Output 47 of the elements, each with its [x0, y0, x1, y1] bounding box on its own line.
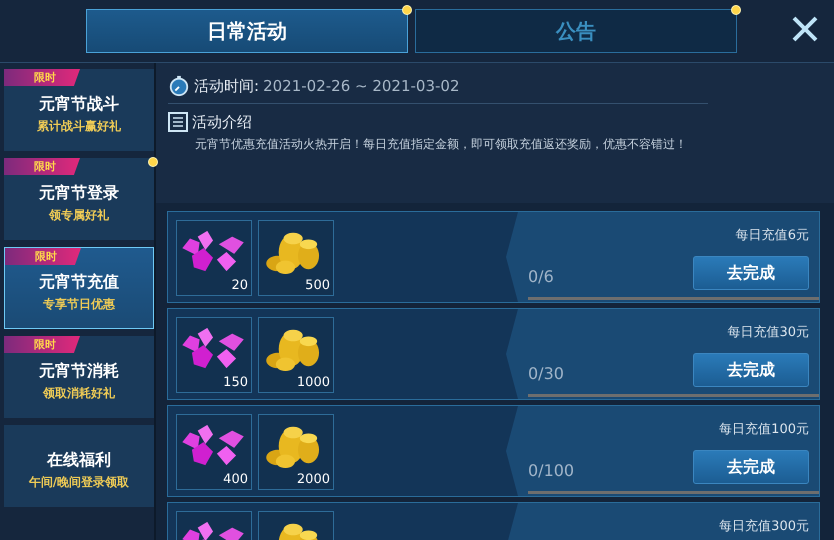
time-value: 2021-02-26 ~ 2021-03-02 [263, 77, 460, 95]
reward-slot[interactable]: 150 [176, 317, 252, 393]
reward-amount: 150 [223, 375, 248, 390]
item-subtitle: 领专属好礼 [49, 206, 109, 224]
limited-tag: 限时 [4, 69, 80, 86]
reward-slot[interactable]: 500 [258, 220, 334, 296]
progress-count: 0/6 [528, 267, 554, 286]
limited-tag: 限时 [4, 158, 80, 175]
task-title: 每日充值6元 [736, 227, 809, 244]
item-title: 在线福利 [47, 450, 111, 470]
limited-tag: 限时 [5, 248, 81, 265]
item-title: 元宵节充值 [39, 272, 119, 292]
sidebar-item[interactable]: 限时 元宵节消耗 领取消耗好礼 [4, 336, 154, 418]
progress-count: 0/100 [528, 461, 574, 480]
intro-text: 元宵节优惠充值活动火热开启！每日充值指定金额，即可领取充值返还奖励，优惠不容错过！ [195, 136, 688, 153]
reward-amount: 500 [305, 278, 330, 293]
sidebar-item[interactable]: 限时 元宵节充值 专享节日优惠 [4, 247, 154, 329]
sidebar-item[interactable]: 限时 元宵节战斗 累计战斗赢好礼 [4, 69, 154, 151]
reward-slot[interactable]: 2000 [258, 414, 334, 490]
reward-slot[interactable]: 1000 [258, 317, 334, 393]
reward-amount: 400 [223, 472, 248, 487]
close-icon[interactable] [790, 14, 820, 44]
sidebar-item[interactable]: 在线福利 午间/晚间登录领取 [4, 425, 154, 507]
reward-amount: 20 [231, 278, 248, 293]
time-label: 活动时间: [194, 76, 260, 96]
item-subtitle: 累计战斗赢好礼 [37, 118, 121, 134]
item-title: 元宵节消耗 [39, 360, 119, 382]
task-title: 每日充值300元 [719, 518, 809, 535]
item-title: 元宵节战斗 [39, 94, 119, 114]
list-icon [168, 112, 188, 132]
intro-label: 活动介绍 [192, 112, 252, 132]
complete-button[interactable]: 去完成 [693, 450, 809, 484]
item-subtitle: 专享节日优惠 [43, 296, 115, 312]
complete-button[interactable]: 去完成 [693, 353, 809, 387]
reward-slot[interactable]: 400 [176, 414, 252, 490]
complete-button[interactable]: 去完成 [693, 256, 809, 290]
task-title: 每日充值30元 [727, 324, 809, 341]
limited-tag: 限时 [4, 336, 80, 353]
stopwatch-icon [168, 75, 190, 97]
item-title: 元宵节登录 [39, 182, 119, 204]
reward-amount: 1000 [296, 375, 330, 390]
reward-amount: 2000 [296, 472, 330, 487]
item-subtitle: 午间/晚间登录领取 [28, 474, 130, 490]
task-title: 每日充值100元 [719, 421, 809, 438]
progress-count: 0/30 [528, 364, 564, 383]
reward-slot[interactable]: 20 [176, 220, 252, 296]
item-subtitle: 领取消耗好礼 [43, 384, 115, 402]
